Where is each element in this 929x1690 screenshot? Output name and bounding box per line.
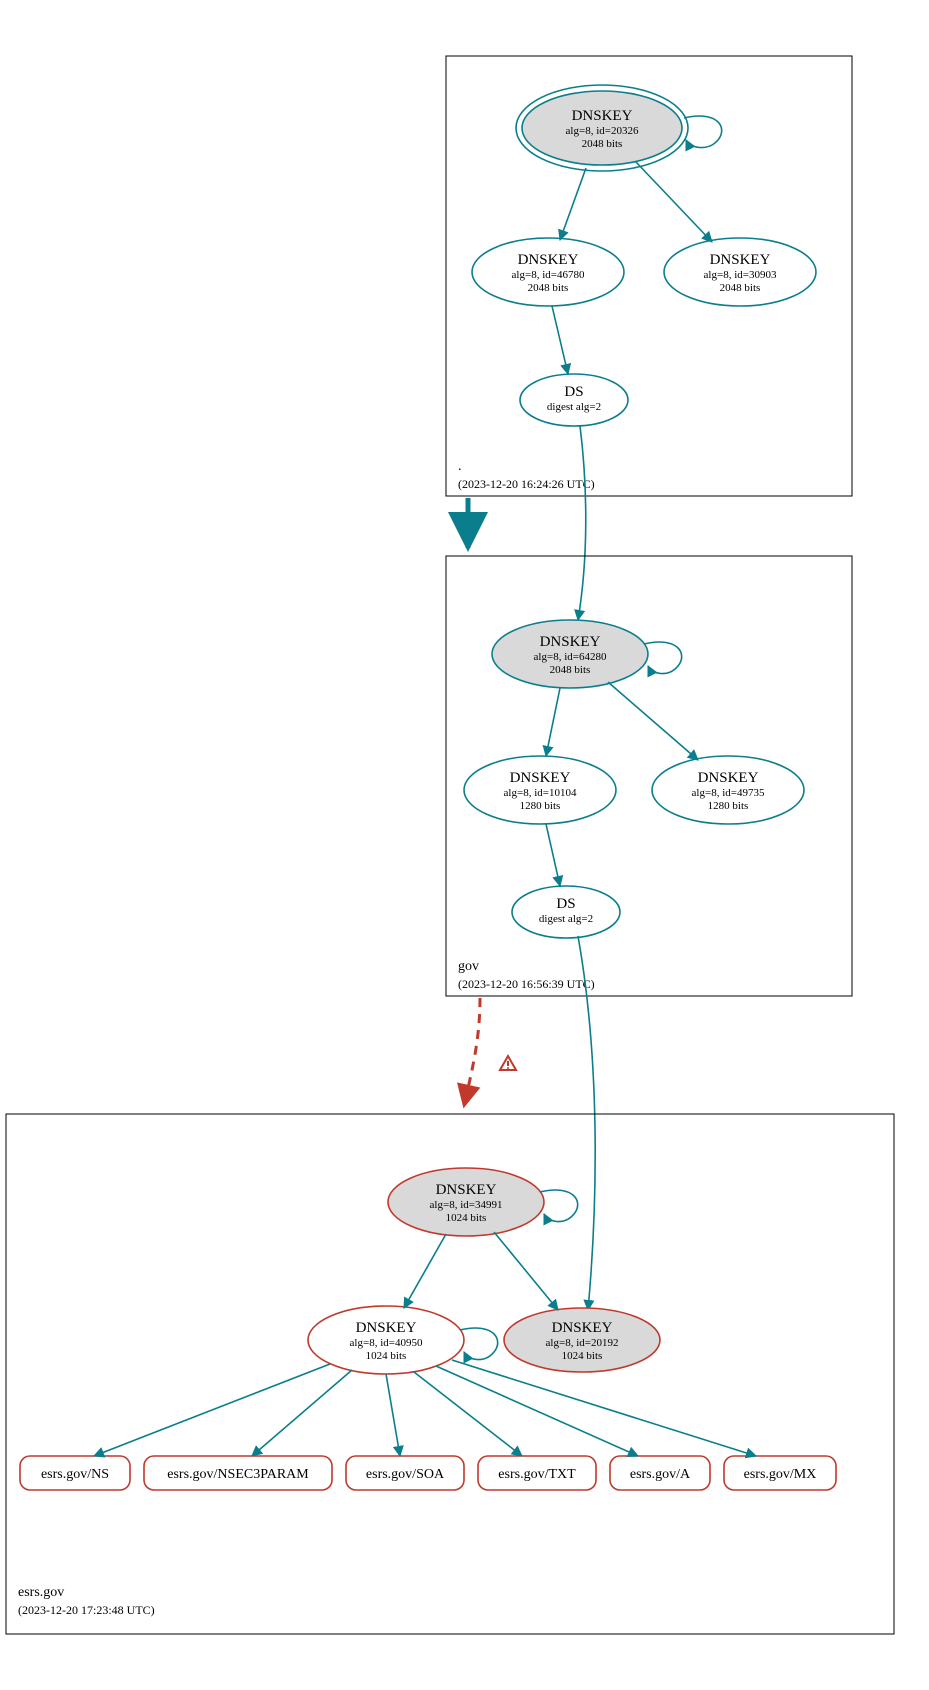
edge-zsk-a: [436, 1366, 638, 1456]
edge-deleg-gov-esrs: [464, 998, 480, 1106]
esrs-dormant-line2: alg=8, id=20192: [546, 1337, 619, 1349]
esrs-zsk-line2: alg=8, id=40950: [350, 1337, 423, 1349]
edge-zsk-soa: [386, 1374, 400, 1456]
rr-txt-label: esrs.gov/TXT: [498, 1467, 576, 1482]
rr-a: esrs.gov/A: [610, 1456, 710, 1490]
esrs-zsk-node: DNSKEY alg=8, id=40950 1024 bits: [308, 1306, 464, 1374]
edge-govksk-zsk1: [546, 688, 560, 756]
zone-esrs: esrs.gov (2023-12-20 17:23:48 UTC) DNSKE…: [6, 1114, 894, 1634]
root-ksk-node: DNSKEY alg=8, id=20326 2048 bits: [516, 85, 688, 171]
esrs-ksk-line2: alg=8, id=34991: [430, 1199, 503, 1211]
rr-mx: esrs.gov/MX: [724, 1456, 836, 1490]
gov-zsk2-line2: alg=8, id=49735: [692, 787, 765, 799]
rr-mx-label: esrs.gov/MX: [744, 1467, 817, 1482]
edge-govksk-zsk2: [608, 682, 698, 760]
zone-gov: gov (2023-12-20 16:56:39 UTC) DNSKEY alg…: [446, 556, 852, 996]
gov-zsk1-line3: 1280 bits: [520, 800, 561, 812]
gov-zsk1-node: DNSKEY alg=8, id=10104 1280 bits: [464, 756, 616, 824]
root-ds-line2: digest alg=2: [547, 401, 601, 413]
esrs-zsk-selfloop: [460, 1328, 498, 1360]
root-ksk-selfloop: [684, 116, 722, 148]
root-ds-title: DS: [564, 384, 583, 400]
edge-govzsk1-ds: [546, 824, 560, 886]
gov-ds-title: DS: [556, 896, 575, 912]
root-zsk1-line2: alg=8, id=46780: [512, 269, 585, 281]
edge-rootksk-zsk2: [636, 162, 712, 242]
zone-esrs-timestamp: (2023-12-20 17:23:48 UTC): [18, 1603, 155, 1617]
root-zsk2-title: DNSKEY: [710, 252, 771, 268]
esrs-dormant-title: DNSKEY: [552, 1320, 613, 1336]
gov-ksk-node: DNSKEY alg=8, id=64280 2048 bits: [492, 620, 648, 688]
edge-zsk-txt: [414, 1372, 522, 1456]
gov-ksk-title: DNSKEY: [540, 634, 601, 650]
zone-gov-timestamp: (2023-12-20 16:56:39 UTC): [458, 977, 595, 991]
zone-root: . (2023-12-20 16:24:26 UTC) DNSKEY alg=8…: [446, 56, 852, 496]
dnssec-diagram: . (2023-12-20 16:24:26 UTC) DNSKEY alg=8…: [0, 0, 929, 1690]
gov-zsk1-title: DNSKEY: [510, 770, 571, 786]
root-zsk2-line2: alg=8, id=30903: [704, 269, 777, 281]
gov-zsk1-line2: alg=8, id=10104: [504, 787, 577, 799]
gov-ksk-line3: 2048 bits: [550, 664, 591, 676]
gov-ds-line2: digest alg=2: [539, 913, 593, 925]
root-ds-node: DS digest alg=2: [520, 374, 628, 426]
rr-txt: esrs.gov/TXT: [478, 1456, 596, 1490]
root-zsk1-node: DNSKEY alg=8, id=46780 2048 bits: [472, 238, 624, 306]
root-ksk-title: DNSKEY: [572, 108, 633, 124]
rr-ns-label: esrs.gov/NS: [41, 1467, 109, 1482]
esrs-dormant-line3: 1024 bits: [562, 1350, 603, 1362]
rr-n3p: esrs.gov/NSEC3PARAM: [144, 1456, 332, 1490]
esrs-dormant-node: DNSKEY alg=8, id=20192 1024 bits: [504, 1308, 660, 1372]
gov-zsk2-title: DNSKEY: [698, 770, 759, 786]
esrs-zsk-title: DNSKEY: [356, 1320, 417, 1336]
root-zsk1-title: DNSKEY: [518, 252, 579, 268]
root-zsk2-node: DNSKEY alg=8, id=30903 2048 bits: [664, 238, 816, 306]
gov-zsk2-line3: 1280 bits: [708, 800, 749, 812]
gov-zsk2-node: DNSKEY alg=8, id=49735 1280 bits: [652, 756, 804, 824]
rr-soa-label: esrs.gov/SOA: [366, 1467, 445, 1482]
zone-esrs-label: esrs.gov: [18, 1585, 64, 1600]
gov-ds-node: DS digest alg=2: [512, 886, 620, 938]
esrs-ksk-selfloop: [540, 1190, 578, 1222]
esrs-ksk-line3: 1024 bits: [446, 1212, 487, 1224]
zone-root-label: .: [458, 459, 462, 474]
zone-gov-label: gov: [458, 959, 479, 974]
edge-esrsksk-zsk: [404, 1234, 446, 1308]
root-ksk-line2: alg=8, id=20326: [566, 125, 639, 137]
rr-n3p-label: esrs.gov/NSEC3PARAM: [167, 1467, 309, 1482]
root-zsk1-line3: 2048 bits: [528, 282, 569, 294]
rr-a-label: esrs.gov/A: [630, 1467, 691, 1482]
edge-rootds-govksk: [578, 426, 586, 620]
edge-zsk-ns: [94, 1364, 330, 1456]
rr-soa: esrs.gov/SOA: [346, 1456, 464, 1490]
gov-ksk-line2: alg=8, id=64280: [534, 651, 607, 663]
gov-ksk-selfloop: [644, 642, 682, 674]
esrs-ksk-node: DNSKEY alg=8, id=34991 1024 bits: [388, 1168, 544, 1236]
rr-ns: esrs.gov/NS: [20, 1456, 130, 1490]
zone-root-timestamp: (2023-12-20 16:24:26 UTC): [458, 477, 595, 491]
edge-zsk-n3p: [252, 1370, 352, 1456]
edge-govds-esrs-dormant: [578, 936, 595, 1310]
warning-icon: [500, 1056, 516, 1070]
edge-rootzsk1-ds: [552, 306, 568, 374]
root-ksk-line3: 2048 bits: [582, 138, 623, 150]
esrs-zsk-line3: 1024 bits: [366, 1350, 407, 1362]
edge-rootksk-zsk1: [560, 168, 586, 240]
root-zsk2-line3: 2048 bits: [720, 282, 761, 294]
esrs-ksk-title: DNSKEY: [436, 1182, 497, 1198]
edge-esrsksk-dormant: [494, 1232, 558, 1310]
